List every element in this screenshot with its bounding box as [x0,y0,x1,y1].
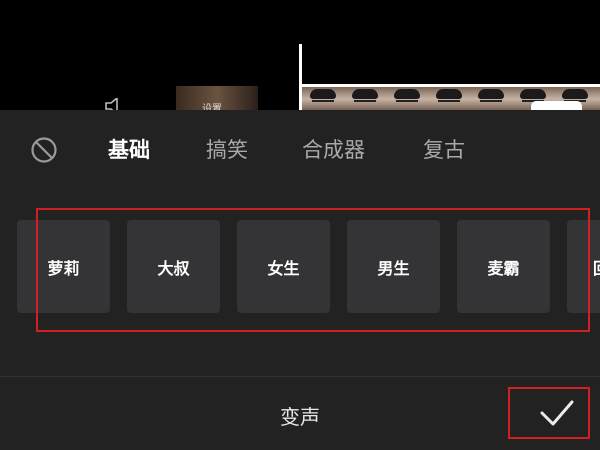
voice-effect-list[interactable]: 萝莉 大叔 女生 男生 麦霸 回 [0,220,600,314]
clip-frame [386,87,428,112]
footer-divider [0,376,600,377]
voice-changer-panel: 基础 搞笑 合成器 复古 萝莉 大叔 女生 男生 麦霸 回 变声 [0,110,600,450]
voice-effect-partial[interactable]: 回 [567,220,600,313]
tab-retro[interactable]: 复古 [423,134,465,164]
clip-frame [470,87,512,112]
panel-title: 变声 [280,405,320,429]
tab-basic[interactable]: 基础 [108,134,150,164]
effect-category-tabs: 基础 搞笑 合成器 复古 [0,110,600,186]
clip-frame [596,87,600,112]
voice-effect-karaoke[interactable]: 麦霸 [457,220,550,313]
voice-effect-uncle[interactable]: 大叔 [127,220,220,313]
timeline-preview: 设置 [0,0,600,112]
voice-effect-loli[interactable]: 萝莉 [17,220,110,313]
tab-funny[interactable]: 搞笑 [206,134,248,164]
voice-effect-male[interactable]: 男生 [347,220,440,313]
tab-synthesizer[interactable]: 合成器 [302,134,365,164]
clip-frame [344,87,386,112]
voice-effect-female[interactable]: 女生 [237,220,330,313]
clip-frame [302,87,344,112]
no-effect-icon[interactable] [30,136,58,164]
clip-thumbnail[interactable]: 设置 [176,86,258,112]
checkmark-icon[interactable] [537,396,577,430]
clip-frame [428,87,470,112]
